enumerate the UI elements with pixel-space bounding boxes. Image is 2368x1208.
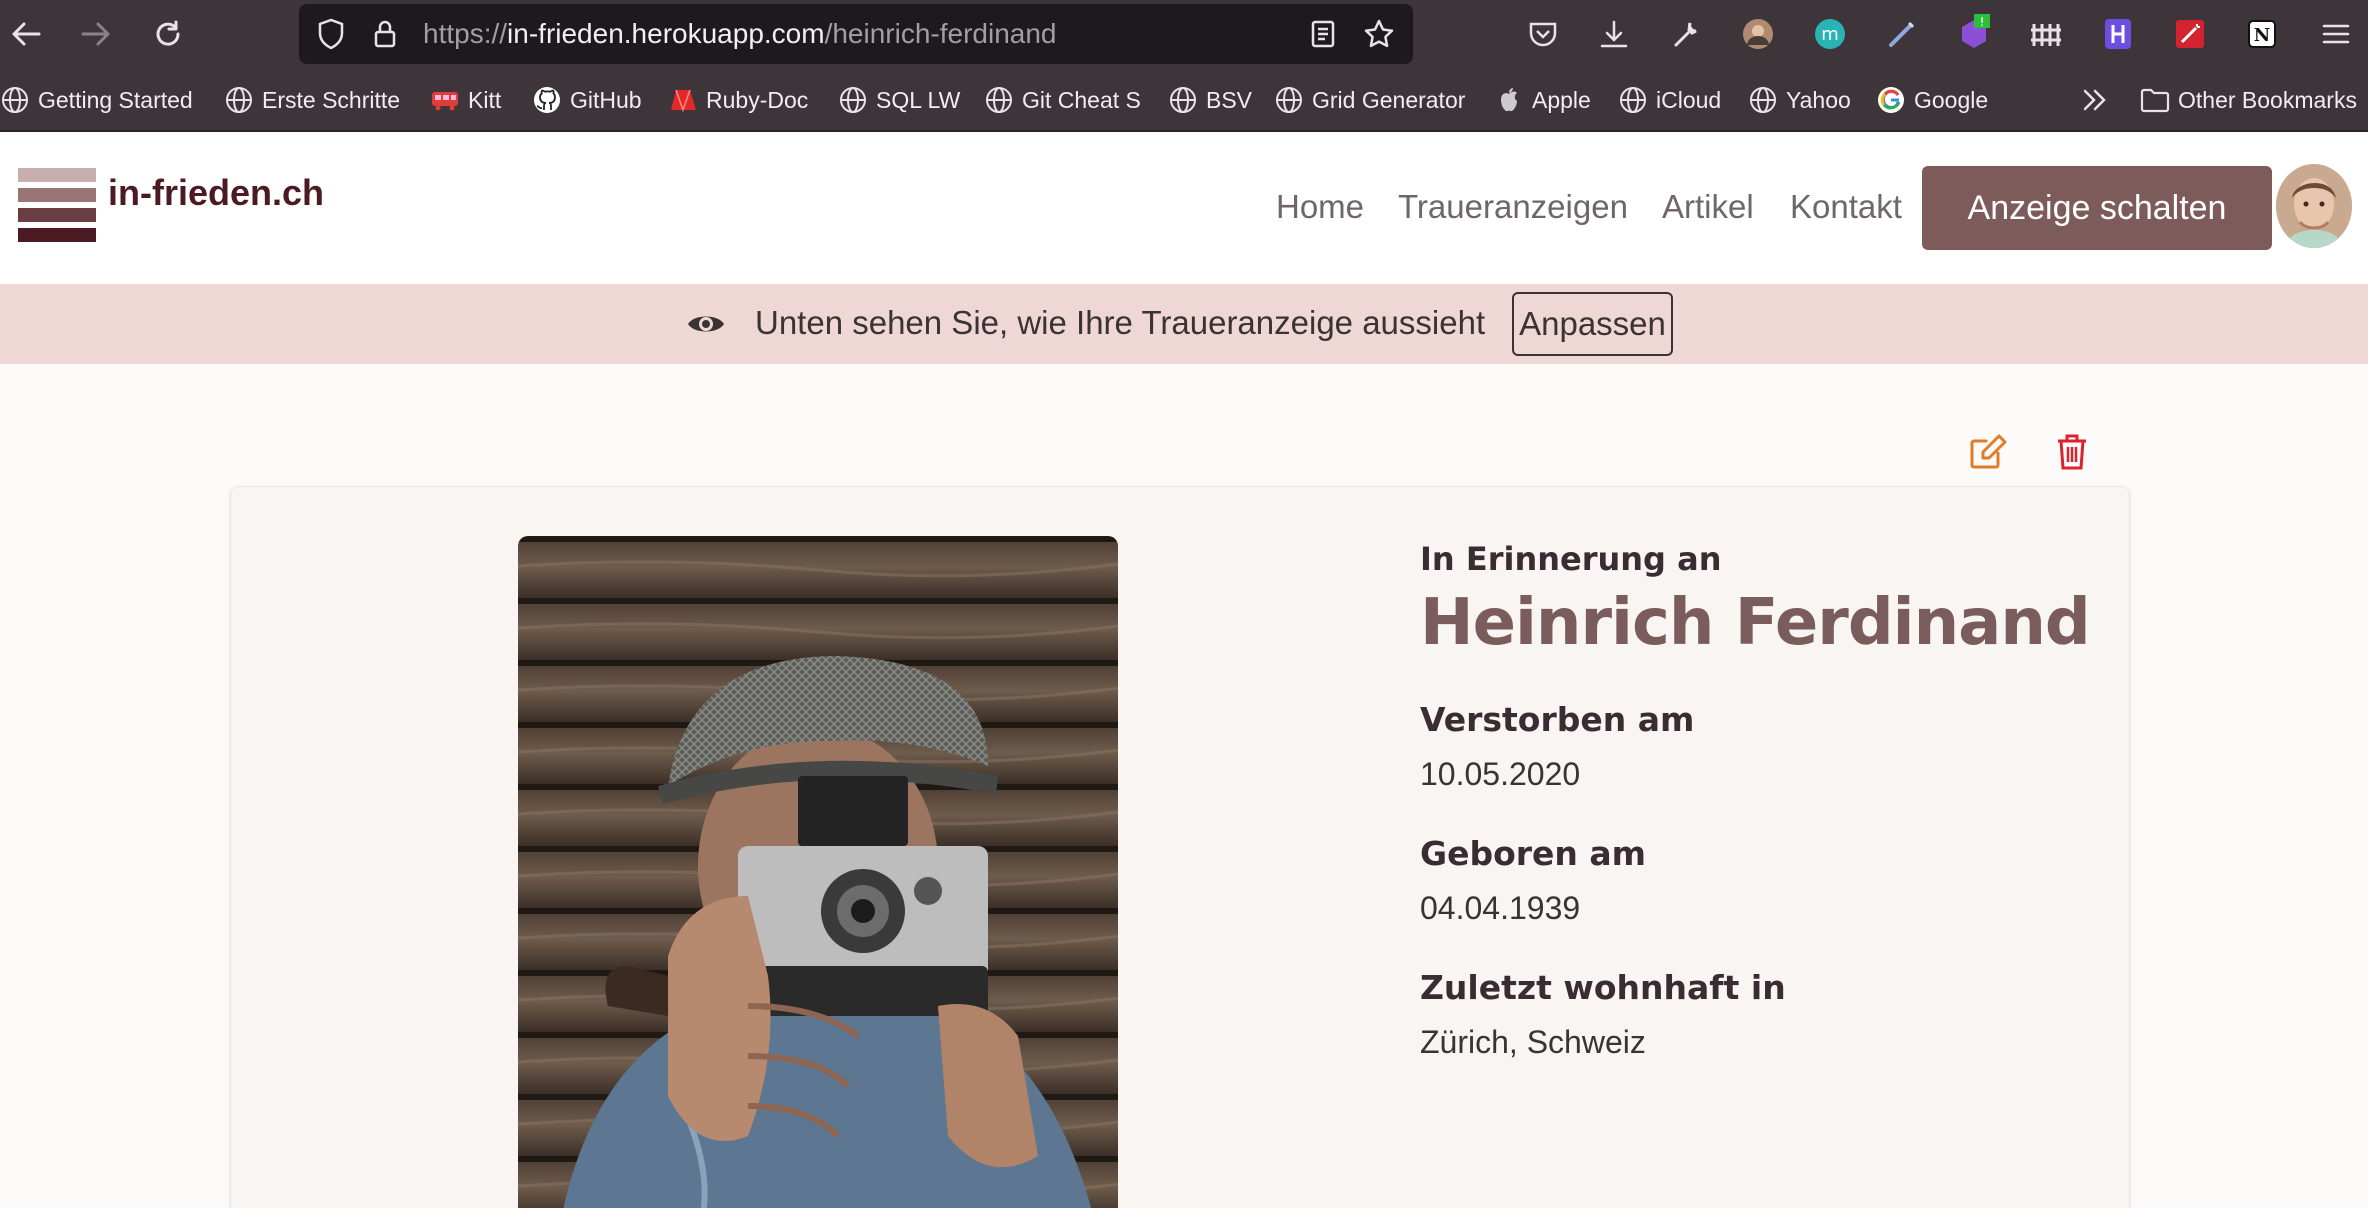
- obituary-intro: In Erinnerung an: [1420, 540, 1722, 578]
- born-value: 04.04.1939: [1420, 890, 1581, 926]
- bookmark-label: Getting Started: [38, 86, 193, 113]
- bookmark-yahoo[interactable]: Yahoo: [1748, 80, 1851, 120]
- bookmark-label: Git Cheat S: [1022, 86, 1141, 113]
- nav-home[interactable]: Home: [1276, 188, 1364, 226]
- bookmark-getting-started[interactable]: Getting Started: [0, 80, 193, 120]
- bookmark-label: iCloud: [1656, 86, 1722, 113]
- browser-toolbar: https://in-frieden.herokuapp.com/heinric…: [0, 0, 2368, 68]
- bookmark-grid-generator[interactable]: Grid Generator: [1274, 80, 1465, 120]
- deceased-name: Heinrich Ferdinand: [1420, 586, 2091, 660]
- user-avatar[interactable]: [2276, 164, 2352, 248]
- anpassen-button[interactable]: Anpassen: [1512, 292, 1673, 356]
- reader-view-icon[interactable]: [1301, 12, 1345, 56]
- eye-icon: [686, 308, 726, 340]
- bookmarks-bar: Getting Started Erste Schritte Kitt GitH…: [0, 68, 2368, 132]
- bookmark-label: Google: [1914, 86, 1989, 113]
- svg-text:m: m: [1821, 24, 1839, 45]
- globe-icon: [224, 85, 254, 115]
- wrench-icon[interactable]: [1664, 12, 1708, 56]
- github-icon: [532, 85, 562, 115]
- bookmark-github[interactable]: GitHub: [532, 80, 642, 120]
- bookmark-erste-schritte[interactable]: Erste Schritte: [224, 80, 400, 120]
- bookmark-label: BSV: [1206, 86, 1253, 113]
- bookmark-label: Erste Schritte: [262, 86, 401, 113]
- reload-icon[interactable]: [146, 12, 190, 56]
- bookmark-label: Other Bookmarks: [2178, 86, 2357, 113]
- shield-icon[interactable]: [309, 12, 353, 56]
- download-icon[interactable]: [1592, 12, 1636, 56]
- preview-message: Unten sehen Sie, wie Ihre Traueranzeige …: [755, 304, 1486, 341]
- nav-kontakt[interactable]: Kontakt: [1790, 188, 1902, 226]
- graphql-extension-icon[interactable]: !: [1952, 12, 1996, 56]
- globe-icon: [0, 85, 30, 115]
- globe-icon: [838, 85, 868, 115]
- magic-wand-icon[interactable]: [2168, 12, 2212, 56]
- globe-icon: [984, 85, 1014, 115]
- more-bookmarks-chevron-icon[interactable]: [2080, 80, 2110, 120]
- address-bar[interactable]: https://in-frieden.herokuapp.com/heinric…: [299, 4, 1413, 64]
- site-logo-icon[interactable]: [18, 168, 96, 244]
- globe-icon: [1748, 85, 1778, 115]
- bookmark-apple[interactable]: Apple: [1494, 80, 1591, 120]
- google-icon: [1876, 85, 1906, 115]
- site-header: in-frieden.ch Home Traueranzeigen Artike…: [0, 132, 2368, 284]
- bookmark-label: GitHub: [570, 86, 642, 113]
- residence-value: Zürich, Schweiz: [1420, 1024, 1646, 1060]
- mastodon-m-icon[interactable]: m: [1808, 12, 1852, 56]
- other-bookmarks[interactable]: Other Bookmarks: [2140, 80, 2357, 120]
- preview-banner: Unten sehen Sie, wie Ihre Traueranzeige …: [0, 284, 2368, 364]
- portrait-photo: [518, 536, 1118, 1208]
- delete-trash-icon[interactable]: [2048, 430, 2096, 474]
- anzeige-schalten-button[interactable]: Anzeige schalten: [1922, 166, 2272, 250]
- globe-icon: [1274, 85, 1304, 115]
- bookmark-label: Yahoo: [1786, 86, 1851, 113]
- menu-hamburger-icon[interactable]: [2314, 12, 2358, 56]
- bookmark-label: Grid Generator: [1312, 86, 1466, 113]
- ruby-icon: [668, 85, 698, 115]
- bookmark-label: SQL LW: [876, 86, 961, 113]
- bookmark-label: Kitt: [468, 86, 502, 113]
- bookmark-kitt[interactable]: Kitt: [430, 80, 501, 120]
- notion-icon[interactable]: N: [2240, 12, 2284, 56]
- url-text: https://in-frieden.herokuapp.com/heinric…: [423, 18, 1057, 49]
- folder-icon: [2140, 85, 2170, 115]
- died-label: Verstorben am: [1420, 700, 1695, 739]
- pocket-icon[interactable]: [1521, 12, 1565, 56]
- lock-icon[interactable]: [363, 12, 407, 56]
- bookmark-google[interactable]: Google: [1876, 80, 1988, 120]
- svg-text:!: !: [1980, 15, 1985, 29]
- svg-text:N: N: [2254, 25, 2270, 46]
- nav-artikel[interactable]: Artikel: [1662, 188, 1754, 226]
- bookmark-label: Ruby-Doc: [706, 86, 809, 113]
- nav-traueranzeigen[interactable]: Traueranzeigen: [1398, 188, 1628, 226]
- back-arrow-icon[interactable]: [4, 12, 48, 56]
- bookmark-star-icon[interactable]: [1357, 12, 1401, 56]
- bookmark-icloud[interactable]: iCloud: [1618, 80, 1721, 120]
- bookmark-label: Apple: [1532, 86, 1591, 113]
- residence-label: Zuletzt wohnhaft in: [1420, 968, 1786, 1007]
- bookmark-bsv[interactable]: BSV: [1168, 80, 1252, 120]
- pen-icon[interactable]: [1880, 12, 1924, 56]
- apple-icon: [1494, 85, 1524, 115]
- born-label: Geboren am: [1420, 834, 1647, 873]
- bookmark-git-cheat[interactable]: Git Cheat S: [984, 80, 1141, 120]
- bookmark-ruby-doc[interactable]: Ruby-Doc: [668, 80, 808, 120]
- bus-icon: [430, 85, 460, 115]
- edit-icon[interactable]: [1964, 430, 2012, 474]
- bracket-extension-icon[interactable]: [2096, 12, 2140, 56]
- globe-icon: [1168, 85, 1198, 115]
- fence-icon[interactable]: [2024, 12, 2068, 56]
- globe-icon: [1618, 85, 1648, 115]
- bookmark-sql-lw[interactable]: SQL LW: [838, 80, 960, 120]
- profile-avatar-icon[interactable]: [1736, 12, 1780, 56]
- died-value: 10.05.2020: [1420, 756, 1581, 792]
- site-brand[interactable]: in-frieden.ch: [108, 172, 324, 214]
- forward-arrow-icon[interactable]: [74, 12, 118, 56]
